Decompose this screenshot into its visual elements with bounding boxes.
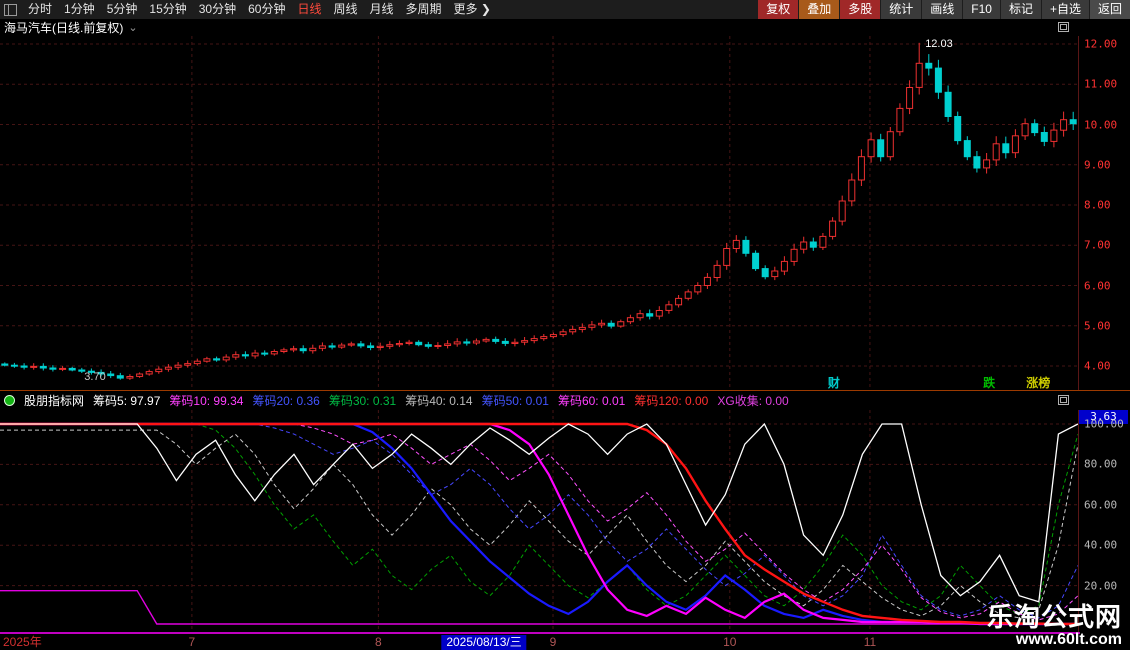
price-tick: 7.00 [1084, 239, 1111, 252]
period-menu-item[interactable]: 60分钟 [242, 0, 291, 19]
indicator-value: 筹码30: 0.31 [329, 392, 396, 409]
svg-text:3.70: 3.70 [84, 371, 105, 383]
price-axis: 12.00 11.00 10.00 9.00 8.00 7.00 6.00 5.00 4.00 [1078, 36, 1130, 390]
period-menu-item[interactable]: 分时 [22, 0, 58, 19]
period-menu-item[interactable]: 1分钟 [58, 0, 101, 19]
ticker-label[interactable]: 涨榜 [1026, 374, 1050, 391]
indicator-detach-icon[interactable] [1058, 395, 1069, 405]
indicator-value: 筹码60: 0.01 [558, 392, 625, 409]
indicator-value: 筹码120: 0.00 [634, 392, 708, 409]
main-chart-panel[interactable]: 3.70 12.03 12.00 11.00 10.00 9.00 8.00 7.00 6.0… [0, 36, 1130, 390]
watermark-url: www.60lt.com [987, 631, 1122, 649]
ticker-label[interactable]: 跌 [983, 374, 995, 391]
price-tick: 10.00 [1084, 118, 1117, 131]
period-menu-item[interactable]: 更多 ❯ [448, 0, 497, 19]
indicator-value: 筹码50: 0.01 [482, 392, 549, 409]
action-menu: 复权叠加多股统计画线F10标记+自选返回 [757, 0, 1130, 19]
price-tick: 4.00 [1084, 360, 1111, 373]
timeline[interactable]: 2025年 2025/08/13/三 7 8 9 10 11 [0, 635, 1130, 650]
ticker-label[interactable]: 财 [828, 374, 840, 391]
period-menu-item[interactable]: 周线 [327, 0, 363, 19]
menubar: 分时1分钟5分钟15分钟30分钟60分钟日线周线月线多周期更多 ❯ 复权叠加多股… [0, 0, 1130, 19]
period-menu-item[interactable]: 15分钟 [143, 0, 192, 19]
indicator-value: 筹码10: 99.34 [169, 392, 243, 409]
panel-divider [0, 390, 1130, 391]
watermark: 乐淘公式网 www.60lt.com [987, 603, 1122, 649]
price-tick: 9.00 [1084, 158, 1111, 171]
main-detach-icon[interactable] [1058, 22, 1069, 32]
action-menu-item[interactable]: F10 [963, 0, 1000, 19]
price-tick: 12.00 [1084, 38, 1117, 51]
action-menu-item[interactable]: 复权 [758, 0, 798, 19]
period-menu-item[interactable]: 5分钟 [101, 0, 144, 19]
app-window: 分时1分钟5分钟15分钟30分钟60分钟日线周线月线多周期更多 ❯ 复权叠加多股… [0, 0, 1130, 650]
period-menu: 分时1分钟5分钟15分钟30分钟60分钟日线周线月线多周期更多 ❯ [22, 0, 497, 19]
price-tick: 11.00 [1084, 78, 1117, 91]
indicator-tick: 100.00 [1084, 418, 1124, 431]
indicator-tick: 20.00 [1084, 579, 1117, 592]
indicator-value: 筹码20: 0.36 [252, 392, 319, 409]
indicator-tick: 80.00 [1084, 458, 1117, 471]
title-caret-icon[interactable]: ⌄ [128, 21, 137, 34]
action-menu-item[interactable]: +自选 [1042, 0, 1089, 19]
window-icon[interactable] [4, 4, 17, 16]
action-menu-item[interactable]: 标记 [1001, 0, 1041, 19]
timeline-month: 8 [375, 635, 382, 650]
indicator-title[interactable]: 股朋指标网 [24, 392, 84, 409]
indicator-tick: 60.00 [1084, 498, 1117, 511]
watermark-site-name: 乐淘公式网 [987, 603, 1122, 632]
indicator-axis: 100.00 80.00 60.00 40.00 20.00 [1078, 410, 1130, 633]
stock-title[interactable]: 海马汽车(日线.前复权) [4, 19, 123, 36]
indicator-value: 筹码40: 0.14 [405, 392, 472, 409]
period-menu-item[interactable]: 30分钟 [193, 0, 242, 19]
timeline-year: 2025年 [3, 635, 42, 650]
chart-title-bar: 海马汽车(日线.前复权) ⌄ [0, 19, 1130, 36]
price-tick: 5.00 [1084, 319, 1111, 332]
indicator-value: XG收集: 0.00 [717, 392, 788, 409]
indicator-header: 股朋指标网 筹码5: 97.97 筹码10: 99.34 筹码20: 0.36 筹码3… [0, 392, 1130, 409]
indicator-value: 筹码5: 97.97 [93, 392, 160, 409]
action-menu-item[interactable]: 统计 [881, 0, 921, 19]
candlestick-chart[interactable]: 3.70 12.03 [0, 36, 1078, 390]
timeline-month: 10 [723, 635, 736, 650]
action-menu-item[interactable]: 多股 [840, 0, 880, 19]
indicator-values: 筹码5: 97.97 筹码10: 99.34 筹码20: 0.36 筹码30: 0.3… [93, 392, 789, 409]
indicator-bottom-frame [0, 632, 1080, 634]
indicator-logo-icon [4, 395, 15, 406]
period-menu-item[interactable]: 多周期 [400, 0, 448, 19]
timeline-month: 9 [550, 635, 557, 650]
period-menu-item[interactable]: 日线 [291, 0, 327, 19]
price-tick: 6.00 [1084, 279, 1111, 292]
action-menu-item[interactable]: 返回 [1090, 0, 1130, 19]
action-menu-item[interactable]: 叠加 [799, 0, 839, 19]
cursor-date-badge: 2025/08/13/三 [441, 635, 526, 650]
timeline-month: 11 [864, 635, 876, 650]
action-menu-item[interactable]: 画线 [922, 0, 962, 19]
indicator-tick: 40.00 [1084, 539, 1117, 552]
indicator-chart[interactable] [0, 410, 1078, 633]
period-menu-item[interactable]: 月线 [364, 0, 400, 19]
price-tick: 8.00 [1084, 199, 1111, 212]
timeline-month: 7 [189, 635, 196, 650]
svg-text:12.03: 12.03 [925, 38, 953, 50]
